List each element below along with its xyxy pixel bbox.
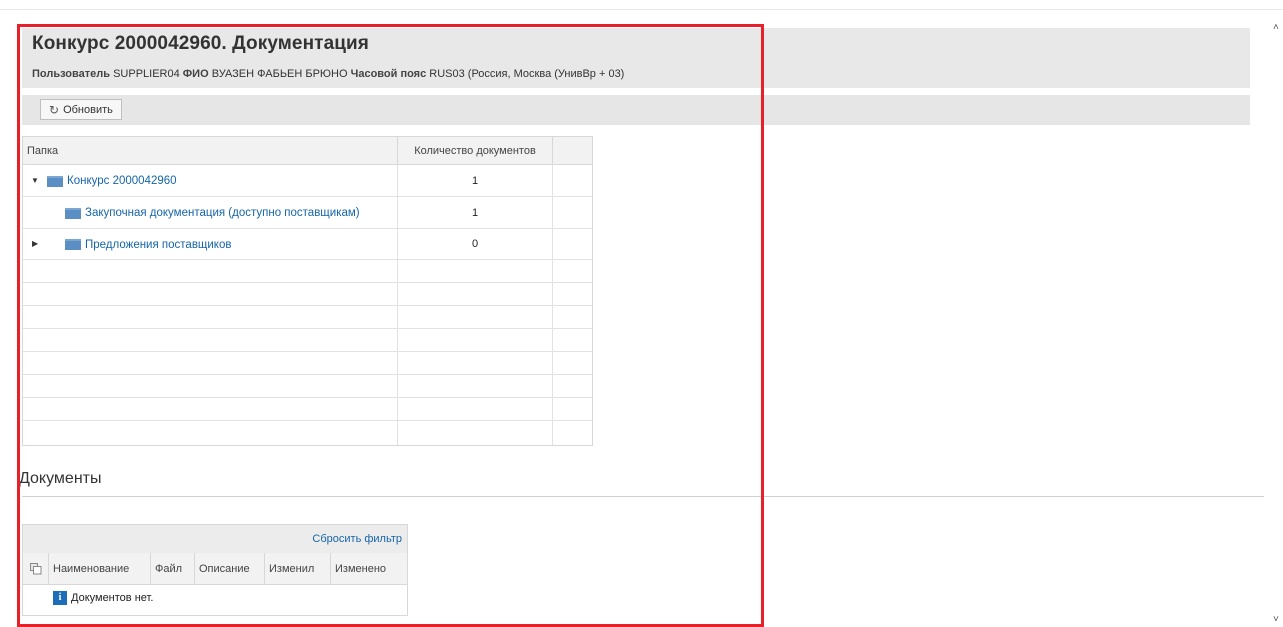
title-bar: Конкурс 2000042960. Документация Пользов… (22, 28, 1250, 88)
tree-row-label[interactable]: Конкурс 2000042960 (47, 165, 177, 197)
scroll-up-icon[interactable]: ˄ (1273, 22, 1279, 33)
tree-row[interactable]: ▼ Конкурс 2000042960 1 (23, 165, 592, 197)
column-header-folder[interactable]: Папка (27, 145, 58, 157)
page: Конкурс 2000042960. Документация Пользов… (19, 28, 1264, 618)
documents-section-title: Документы (19, 470, 102, 487)
empty-message-text: Документов нет. (71, 592, 154, 604)
empty-message: i Документов нет. (53, 591, 153, 605)
user-value: SUPPLIER04 (113, 68, 180, 80)
select-all-icon[interactable] (23, 553, 49, 585)
column-header-file[interactable]: Файл (151, 553, 195, 585)
column-header-description[interactable]: Описание (195, 553, 265, 585)
toolbar: ↻ Обновить (22, 95, 1250, 125)
tree-row-text[interactable]: Закупочная документация (доступно постав… (85, 207, 360, 219)
section-divider (22, 496, 1264, 497)
folder-icon (65, 239, 81, 250)
tree-row[interactable]: Закупочная документация (доступно постав… (23, 197, 592, 229)
info-icon: i (53, 591, 67, 605)
top-strip (0, 0, 1283, 10)
column-header-changed-by[interactable]: Изменил (265, 553, 331, 585)
tree-row-count: 1 (397, 165, 553, 196)
folder-icon (65, 207, 81, 219)
timezone-label: Часовой пояс (350, 68, 427, 80)
refresh-button-label: Обновить (63, 103, 113, 116)
tree-row-count: 1 (397, 197, 553, 228)
tree-row-label[interactable]: Предложения поставщиков (65, 229, 231, 260)
tree-empty-row (23, 375, 592, 398)
column-header-changed-on[interactable]: Изменено (331, 553, 405, 585)
tree-row-count: 0 (397, 229, 553, 259)
tree-empty-row (23, 329, 592, 352)
refresh-button[interactable]: ↻ Обновить (40, 99, 122, 120)
tree-row-label[interactable]: Закупочная документация (доступно постав… (65, 197, 360, 229)
tree-row[interactable]: ▶ Предложения поставщиков 0 (23, 229, 592, 260)
column-header-name[interactable]: Наименование (49, 553, 151, 585)
documents-table: Сбросить фильтр Наименование Файл Описан… (22, 524, 408, 616)
collapsed-arrow-icon[interactable]: ▶ (32, 239, 38, 248)
timezone-value: RUS03 (Россия, Москва (УнивВр + 03) (429, 68, 625, 80)
user-info-line: Пользователь SUPPLIER04 ФИО ВУАЗЕН ФАБЬЕ… (32, 68, 624, 80)
tree-row-text[interactable]: Предложения поставщиков (85, 239, 231, 251)
tree-empty-row (23, 352, 592, 375)
vertical-scrollbar[interactable]: ˄ ˅ (1272, 20, 1283, 627)
tree-row-text[interactable]: Конкурс 2000042960 (67, 175, 177, 187)
tree-empty-row (23, 306, 592, 329)
tree-empty-row (23, 283, 592, 306)
tree-empty-row (23, 398, 592, 421)
filter-bar: Сбросить фильтр (23, 525, 407, 553)
folder-icon (47, 175, 63, 187)
folder-tree-table: Папка Количество документов ▼ Конкурс 20… (22, 136, 593, 446)
tree-empty-row (23, 260, 592, 283)
scroll-down-icon[interactable]: ˅ (1273, 614, 1279, 625)
fio-label: ФИО (182, 68, 209, 80)
column-header-count[interactable]: Количество документов (397, 137, 553, 165)
page-title: Конкурс 2000042960. Документация (32, 33, 369, 54)
user-label: Пользователь (32, 68, 111, 80)
reset-filter-link[interactable]: Сбросить фильтр (312, 533, 402, 545)
refresh-icon: ↻ (49, 102, 60, 117)
fio-value: ВУАЗЕН ФАБЬЕН БРЮНО (211, 68, 348, 80)
expanded-arrow-icon[interactable]: ▼ (31, 176, 39, 185)
tree-empty-row (23, 421, 592, 445)
documents-table-header: Наименование Файл Описание Изменил Измен… (23, 553, 407, 585)
tree-header: Папка Количество документов (23, 137, 592, 165)
